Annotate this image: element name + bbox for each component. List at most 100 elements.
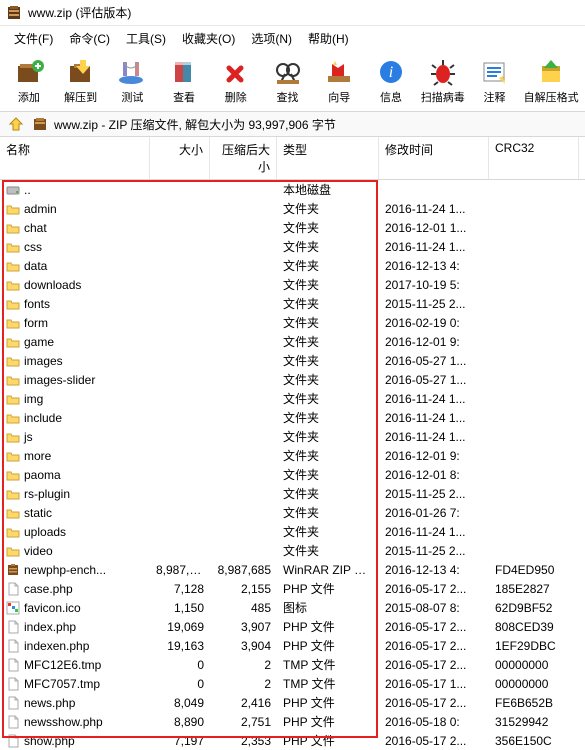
file-packed: 485 bbox=[210, 601, 277, 615]
folder-icon bbox=[6, 411, 20, 425]
header-mtime[interactable]: 修改时间 bbox=[379, 137, 489, 179]
file-row[interactable]: images文件夹2016-05-27 1... bbox=[0, 351, 585, 370]
up-one-level-button[interactable] bbox=[6, 115, 26, 133]
header-name[interactable]: 名称 bbox=[0, 137, 150, 179]
file-row[interactable]: rs-plugin文件夹2015-11-25 2... bbox=[0, 484, 585, 503]
archive-path-text: www.zip - ZIP 压缩文件, 解包大小为 93,997,906 字节 bbox=[54, 116, 579, 133]
toolbar-test[interactable]: 测试 bbox=[107, 55, 157, 107]
file-size: 8,049 bbox=[150, 696, 210, 710]
file-row[interactable]: video文件夹2015-11-25 2... bbox=[0, 541, 585, 560]
file-crc: 62D9BF52 bbox=[489, 601, 579, 615]
file-type: 文件夹 bbox=[277, 333, 379, 350]
file-type: 文件夹 bbox=[277, 542, 379, 559]
file-row[interactable]: static文件夹2016-01-26 7: bbox=[0, 503, 585, 522]
file-name: show.php bbox=[24, 734, 75, 748]
menu-file[interactable]: 文件(F) bbox=[6, 28, 61, 49]
toolbar-sfx[interactable]: 自解压格式 bbox=[521, 55, 581, 107]
file-name: chat bbox=[24, 221, 47, 235]
add-archive-icon bbox=[11, 57, 47, 87]
file-mtime: 2016-05-17 2... bbox=[379, 620, 489, 634]
file-name: .. bbox=[24, 183, 31, 197]
file-size: 7,197 bbox=[150, 734, 210, 748]
toolbar-comment[interactable]: 注释 bbox=[470, 55, 520, 107]
file-row[interactable]: show.php7,1972,353PHP 文件2016-05-17 2...3… bbox=[0, 731, 585, 750]
menu-favorites[interactable]: 收藏夹(O) bbox=[174, 28, 243, 49]
file-mtime: 2016-05-17 2... bbox=[379, 582, 489, 596]
file-name: case.php bbox=[24, 582, 73, 596]
file-row[interactable]: index.php19,0693,907PHP 文件2016-05-17 2..… bbox=[0, 617, 585, 636]
folder-icon bbox=[6, 316, 20, 330]
file-mtime: 2016-11-24 1... bbox=[379, 525, 489, 539]
file-mtime: 2015-11-25 2... bbox=[379, 487, 489, 501]
file-row[interactable]: MFC12E6.tmp02TMP 文件2016-05-17 2...000000… bbox=[0, 655, 585, 674]
file-row[interactable]: data文件夹2016-12-13 4: bbox=[0, 256, 585, 275]
file-name: include bbox=[24, 411, 62, 425]
file-row[interactable]: form文件夹2016-02-19 0: bbox=[0, 313, 585, 332]
file-mtime: 2016-12-13 4: bbox=[379, 259, 489, 273]
header-packed[interactable]: 压缩后大小 bbox=[210, 137, 277, 179]
toolbar-extract[interactable]: 解压到 bbox=[56, 55, 106, 107]
file-name: more bbox=[24, 449, 51, 463]
file-row[interactable]: images-slider文件夹2016-05-27 1... bbox=[0, 370, 585, 389]
folder-icon bbox=[6, 221, 20, 235]
file-row[interactable]: favicon.ico1,150485图标2015-08-07 8:62D9BF… bbox=[0, 598, 585, 617]
menu-options[interactable]: 选项(N) bbox=[243, 28, 300, 49]
file-type: PHP 文件 bbox=[277, 618, 379, 635]
view-icon bbox=[166, 57, 202, 87]
file-row[interactable]: newsshow.php8,8902,751PHP 文件2016-05-18 0… bbox=[0, 712, 585, 731]
toolbar-delete[interactable]: 删除 bbox=[211, 55, 261, 107]
file-size: 7,128 bbox=[150, 582, 210, 596]
toolbar-find[interactable]: 查找 bbox=[263, 55, 313, 107]
toolbar-add[interactable]: 添加 bbox=[4, 55, 54, 107]
file-crc: 1EF29DBC bbox=[489, 639, 579, 653]
toolbar-info[interactable]: i 信息 bbox=[366, 55, 416, 107]
file-row[interactable]: MFC7057.tmp02TMP 文件2016-05-17 1...000000… bbox=[0, 674, 585, 693]
file-row[interactable]: downloads文件夹2017-10-19 5: bbox=[0, 275, 585, 294]
file-packed: 8,987,685 bbox=[210, 563, 277, 577]
menu-tools[interactable]: 工具(S) bbox=[118, 28, 174, 49]
folder-icon bbox=[6, 430, 20, 444]
window-title: www.zip (评估版本) bbox=[28, 4, 131, 21]
header-type[interactable]: 类型 bbox=[277, 137, 379, 179]
toolbar-extract-label: 解压到 bbox=[64, 89, 97, 105]
folder-icon bbox=[6, 202, 20, 216]
file-row[interactable]: fonts文件夹2015-11-25 2... bbox=[0, 294, 585, 313]
file-row[interactable]: admin文件夹2016-11-24 1... bbox=[0, 199, 585, 218]
file-type: 文件夹 bbox=[277, 409, 379, 426]
toolbar-scan[interactable]: 扫描病毒 bbox=[418, 55, 468, 107]
folder-icon bbox=[6, 525, 20, 539]
file-row[interactable]: include文件夹2016-11-24 1... bbox=[0, 408, 585, 427]
toolbar-sfx-label: 自解压格式 bbox=[524, 89, 579, 105]
file-row[interactable]: ..本地磁盘 bbox=[0, 180, 585, 199]
file-size: 0 bbox=[150, 677, 210, 691]
drive-icon bbox=[6, 183, 20, 197]
toolbar-wizard-label: 向导 bbox=[328, 89, 350, 105]
file-packed: 2,416 bbox=[210, 696, 277, 710]
file-row[interactable]: newphp-ench...8,987,6858,987,685WinRAR Z… bbox=[0, 560, 585, 579]
file-name: img bbox=[24, 392, 43, 406]
file-type: PHP 文件 bbox=[277, 637, 379, 654]
file-row[interactable]: paoma文件夹2016-12-01 8: bbox=[0, 465, 585, 484]
menu-help[interactable]: 帮助(H) bbox=[300, 28, 357, 49]
file-mtime: 2015-08-07 8: bbox=[379, 601, 489, 615]
file-row[interactable]: indexen.php19,1633,904PHP 文件2016-05-17 2… bbox=[0, 636, 585, 655]
file-list: ..本地磁盘admin文件夹2016-11-24 1...chat文件夹2016… bbox=[0, 180, 585, 750]
toolbar-view[interactable]: 查看 bbox=[159, 55, 209, 107]
file-row[interactable]: css文件夹2016-11-24 1... bbox=[0, 237, 585, 256]
toolbar-wizard[interactable]: 向导 bbox=[314, 55, 364, 107]
folder-icon bbox=[6, 506, 20, 520]
file-row[interactable]: case.php7,1282,155PHP 文件2016-05-17 2...1… bbox=[0, 579, 585, 598]
file-row[interactable]: game文件夹2016-12-01 9: bbox=[0, 332, 585, 351]
file-mtime: 2016-05-17 2... bbox=[379, 658, 489, 672]
header-size[interactable]: 大小 bbox=[150, 137, 210, 179]
file-row[interactable]: img文件夹2016-11-24 1... bbox=[0, 389, 585, 408]
file-row[interactable]: uploads文件夹2016-11-24 1... bbox=[0, 522, 585, 541]
header-crc[interactable]: CRC32 bbox=[489, 137, 579, 179]
file-row[interactable]: chat文件夹2016-12-01 1... bbox=[0, 218, 585, 237]
file-row[interactable]: more文件夹2016-12-01 9: bbox=[0, 446, 585, 465]
file-name: images bbox=[24, 354, 63, 368]
menu-commands[interactable]: 命令(C) bbox=[61, 28, 118, 49]
file-name: uploads bbox=[24, 525, 66, 539]
file-row[interactable]: news.php8,0492,416PHP 文件2016-05-17 2...F… bbox=[0, 693, 585, 712]
file-row[interactable]: js文件夹2016-11-24 1... bbox=[0, 427, 585, 446]
